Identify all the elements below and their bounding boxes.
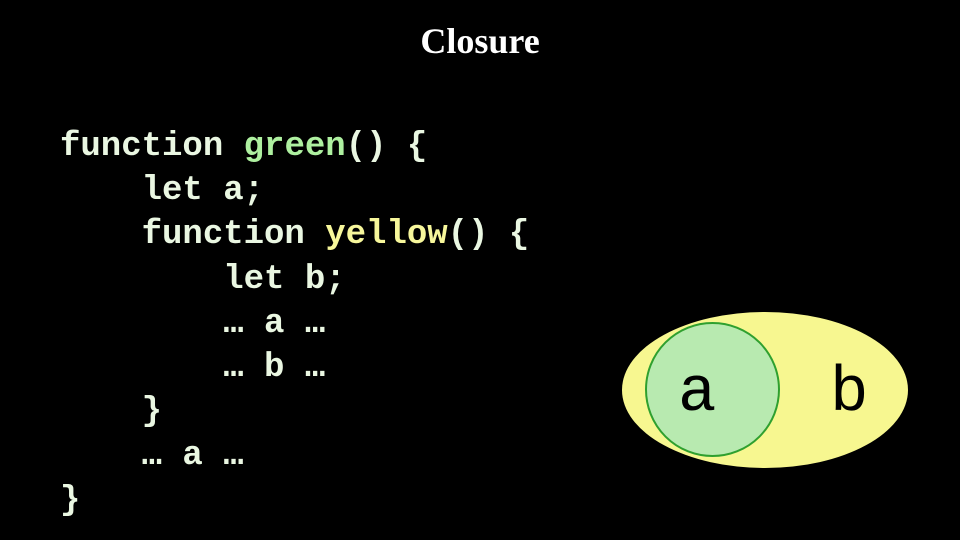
code-line-8: … a … — [60, 437, 244, 475]
code-line-9: } — [60, 482, 80, 520]
code-line-1-keyword: function — [60, 128, 244, 166]
code-line-3-fn-name: yellow — [325, 216, 447, 254]
inner-scope-label: a — [678, 358, 716, 430]
code-line-1-fn-name: green — [244, 128, 346, 166]
code-line-2: let a; — [60, 172, 264, 210]
code-line-1-after: () { — [346, 128, 428, 166]
code-line-5: … a … — [60, 305, 325, 343]
venn-diagram: a b — [620, 310, 920, 480]
code-line-3-after: () { — [448, 216, 530, 254]
code-line-7: } — [60, 393, 162, 431]
slide: Closure function green() { let a; functi… — [0, 0, 960, 540]
outer-scope-label: b — [830, 358, 868, 430]
code-line-6: … b … — [60, 349, 325, 387]
slide-title: Closure — [0, 20, 960, 62]
code-block: function green() { let a; function yello… — [60, 125, 529, 523]
code-line-4: let b; — [60, 261, 346, 299]
code-line-3-keyword: function — [60, 216, 325, 254]
